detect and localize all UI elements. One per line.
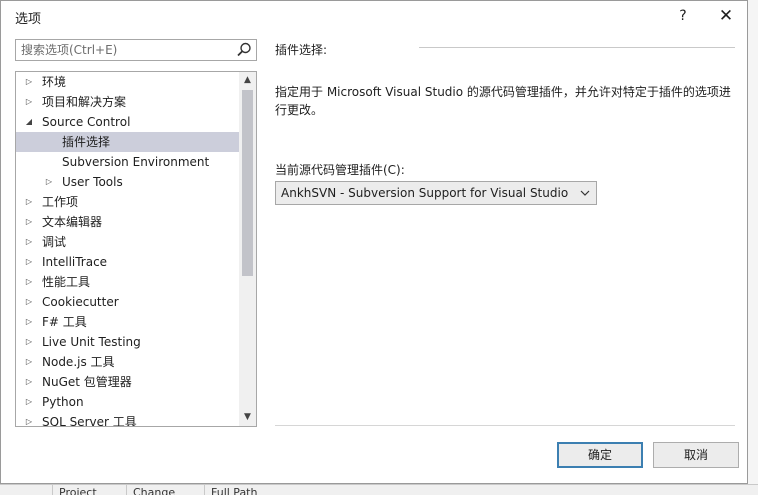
search-input[interactable] — [16, 40, 235, 60]
collapsed-arrow-icon[interactable]: ▷ — [23, 352, 35, 372]
tree-item-label: Python — [42, 395, 84, 409]
tree-item[interactable]: ▷ 调试 — [16, 232, 240, 252]
tree-item[interactable]: ▷ Node.js 工具 — [16, 352, 240, 372]
tree-item[interactable]: ◢ Source Control — [16, 112, 240, 132]
tree-item[interactable]: ▷ Live Unit Testing — [16, 332, 240, 352]
tree-item[interactable]: ▷ F# 工具 — [16, 312, 240, 332]
tree-item[interactable]: ▷ Cookiecutter — [16, 292, 240, 312]
collapsed-arrow-icon[interactable]: ▷ — [23, 312, 35, 332]
tree-item-label: 文本编辑器 — [42, 215, 103, 229]
search-icon[interactable] — [235, 41, 253, 59]
ide-pending-changes-header: Project Change Full Path — [0, 484, 758, 495]
scroll-thumb[interactable] — [242, 90, 253, 276]
tree-item-label: Subversion Environment — [62, 155, 210, 169]
tree-item-label: 环境 — [42, 75, 67, 89]
tree-scrollbar[interactable]: ▲ ▼ — [239, 72, 256, 426]
dialog-titlebar[interactable]: 选项 ? ✕ — [1, 1, 747, 31]
tree-item-label: Node.js 工具 — [42, 355, 115, 369]
tree-item[interactable]: ▷ 项目和解决方案 — [16, 92, 240, 112]
collapsed-arrow-icon[interactable]: ▷ — [23, 212, 35, 232]
tree-item-label: User Tools — [62, 175, 123, 189]
plugin-select-value: AnkhSVN - Subversion Support for Visual … — [281, 186, 569, 200]
scroll-down-arrow-icon[interactable]: ▼ — [239, 409, 256, 426]
footer-divider — [275, 425, 735, 426]
collapsed-arrow-icon[interactable]: ▷ — [23, 292, 35, 312]
collapsed-arrow-icon[interactable]: ▷ — [23, 412, 35, 426]
tree-item[interactable]: Subversion Environment — [16, 152, 240, 172]
tree-item-label: Cookiecutter — [42, 295, 119, 309]
plugin-description: 指定用于 Microsoft Visual Studio 的源代码管理插件，并允… — [275, 85, 731, 117]
tree-item-label: 项目和解决方案 — [42, 95, 127, 109]
tree-item[interactable]: ▷ 文本编辑器 — [16, 212, 240, 232]
collapsed-arrow-icon[interactable]: ▷ — [23, 232, 35, 252]
tree-item-label: Live Unit Testing — [42, 335, 141, 349]
expanded-arrow-icon[interactable]: ◢ — [23, 112, 35, 132]
dialog-title: 选项 — [15, 12, 42, 27]
options-dialog: 选项 ? ✕ ▷ 环境 ▷ 项目和解决方案 ◢ Source Control 插件选择 Sub… — [0, 0, 748, 484]
tree-item-label: IntelliTrace — [42, 255, 108, 269]
tree-item[interactable]: ▷ IntelliTrace — [16, 252, 240, 272]
tree-item-label: NuGet 包管理器 — [42, 375, 132, 389]
chevron-down-icon — [578, 182, 592, 204]
section-divider — [419, 47, 735, 48]
tree-item[interactable]: ▷ Python — [16, 392, 240, 412]
tree-item-label: 工作项 — [42, 195, 79, 209]
collapsed-arrow-icon[interactable]: ▷ — [23, 272, 35, 292]
section-title: 插件选择: — [275, 43, 328, 57]
collapsed-arrow-icon[interactable]: ▷ — [23, 332, 35, 352]
tree-item-label: 调试 — [42, 235, 67, 249]
ok-button[interactable]: 确定 — [557, 442, 643, 468]
tree-item[interactable]: 插件选择 — [16, 132, 240, 152]
tree-item-label: 性能工具 — [42, 275, 91, 289]
tree-items: ▷ 环境 ▷ 项目和解决方案 ◢ Source Control 插件选择 Subversion… — [16, 72, 240, 427]
cancel-button[interactable]: 取消 — [653, 442, 739, 468]
tree-item-label: Source Control — [42, 115, 131, 129]
collapsed-arrow-icon[interactable]: ▷ — [23, 372, 35, 392]
tree-item-label: 插件选择 — [62, 135, 111, 149]
help-button[interactable]: ? — [673, 5, 693, 27]
scroll-up-arrow-icon[interactable]: ▲ — [239, 72, 256, 89]
tree-item[interactable]: ▷ User Tools — [16, 172, 240, 192]
tree-item-label: F# 工具 — [42, 315, 87, 329]
tree-item[interactable]: ▷ 性能工具 — [16, 272, 240, 292]
collapsed-arrow-icon[interactable]: ▷ — [23, 392, 35, 412]
search-box — [15, 39, 257, 61]
tree-item[interactable]: ▷ 环境 — [16, 72, 240, 92]
plugin-select[interactable]: AnkhSVN - Subversion Support for Visual … — [275, 181, 597, 205]
collapsed-arrow-icon[interactable]: ▷ — [23, 92, 35, 112]
tree-item-label: SQL Server 工具 — [42, 415, 137, 427]
collapsed-arrow-icon[interactable]: ▷ — [23, 72, 35, 92]
plugin-select-label: 当前源代码管理插件(C): — [275, 163, 405, 177]
close-button[interactable]: ✕ — [713, 5, 739, 27]
tree-item[interactable]: ▷ 工作项 — [16, 192, 240, 212]
collapsed-arrow-icon[interactable]: ▷ — [23, 252, 35, 272]
collapsed-arrow-icon[interactable]: ▷ — [43, 172, 55, 192]
collapsed-arrow-icon[interactable]: ▷ — [23, 192, 35, 212]
tree-item[interactable]: ▷ SQL Server 工具 — [16, 412, 240, 427]
tree-item[interactable]: ▷ NuGet 包管理器 — [16, 372, 240, 392]
options-tree: ▷ 环境 ▷ 项目和解决方案 ◢ Source Control 插件选择 Subversion… — [15, 71, 257, 427]
